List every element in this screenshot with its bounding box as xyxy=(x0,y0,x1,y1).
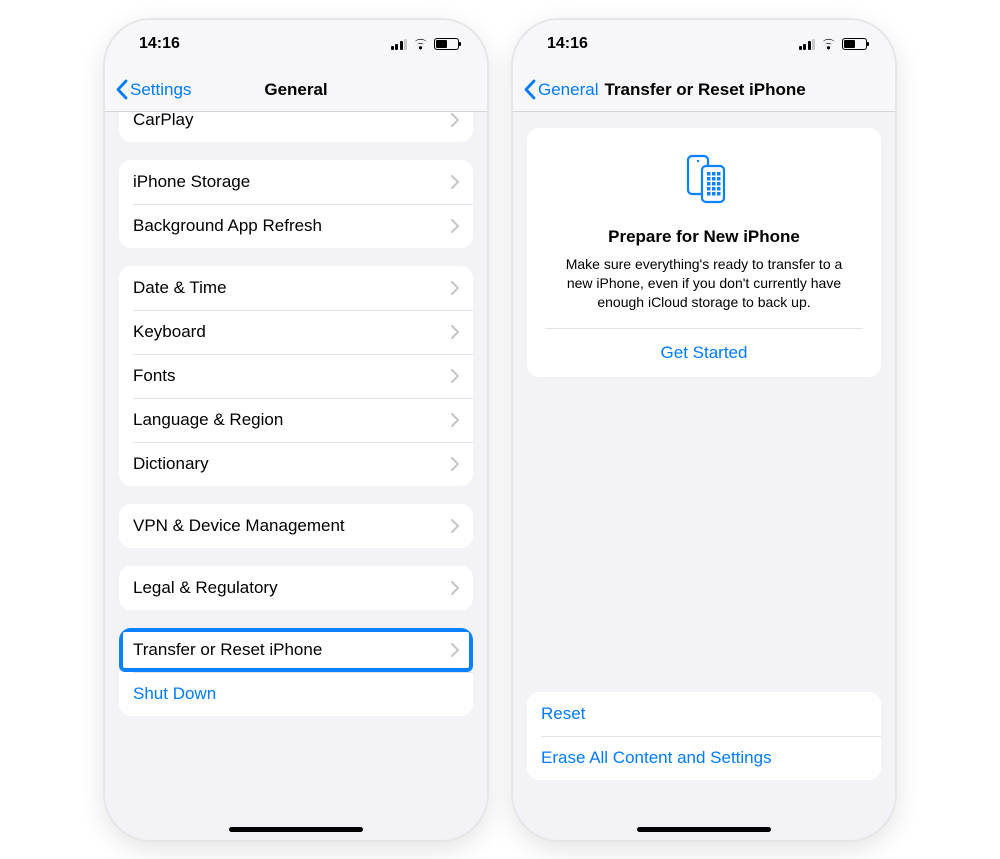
cellular-icon xyxy=(391,38,408,50)
row-language-region[interactable]: Language & Region xyxy=(119,398,473,442)
row-transfer-reset-iphone[interactable]: Transfer or Reset iPhone xyxy=(119,628,473,672)
status-indicators xyxy=(799,38,868,50)
row-label: Date & Time xyxy=(133,278,227,298)
transfer-devices-icon xyxy=(676,150,732,206)
phone-general: 14:16 Settings General CarPlay iPhone St… xyxy=(105,20,487,840)
nav-bar: Settings General xyxy=(105,68,487,112)
row-label: Background App Refresh xyxy=(133,216,322,236)
prepare-card: Prepare for New iPhone Make sure everyth… xyxy=(527,128,881,377)
row-label: Dictionary xyxy=(133,454,209,474)
row-label: Erase All Content and Settings xyxy=(541,748,772,768)
status-indicators xyxy=(391,38,460,50)
row-legal-regulatory[interactable]: Legal & Regulatory xyxy=(119,566,473,610)
chevron-right-icon xyxy=(451,325,459,339)
reset-options-group: Reset Erase All Content and Settings xyxy=(527,692,881,780)
row-label: CarPlay xyxy=(133,112,193,130)
row-background-app-refresh[interactable]: Background App Refresh xyxy=(119,204,473,248)
back-label: Settings xyxy=(130,80,191,100)
nav-bar: General Transfer or Reset iPhone xyxy=(513,68,895,112)
chevron-left-icon xyxy=(115,79,128,100)
row-label: Keyboard xyxy=(133,322,206,342)
row-label: Language & Region xyxy=(133,410,283,430)
row-erase-all[interactable]: Erase All Content and Settings xyxy=(527,736,881,780)
row-label: Legal & Regulatory xyxy=(133,578,278,598)
chevron-right-icon xyxy=(451,581,459,595)
row-vpn-device-management[interactable]: VPN & Device Management xyxy=(119,504,473,548)
home-indicator[interactable] xyxy=(229,827,363,832)
chevron-right-icon xyxy=(451,281,459,295)
battery-icon xyxy=(842,38,867,50)
wifi-icon xyxy=(820,38,837,50)
chevron-right-icon xyxy=(451,413,459,427)
row-dictionary[interactable]: Dictionary xyxy=(119,442,473,486)
home-indicator[interactable] xyxy=(637,827,771,832)
row-label: Fonts xyxy=(133,366,176,386)
row-label: Reset xyxy=(541,704,585,724)
get-started-button[interactable]: Get Started xyxy=(545,328,863,377)
status-bar: 14:16 xyxy=(513,20,895,68)
chevron-right-icon xyxy=(451,457,459,471)
chevron-right-icon xyxy=(451,519,459,533)
status-time: 14:16 xyxy=(547,35,588,53)
row-iphone-storage[interactable]: iPhone Storage xyxy=(119,160,473,204)
chevron-left-icon xyxy=(523,79,536,100)
wifi-icon xyxy=(412,38,429,50)
row-label: VPN & Device Management xyxy=(133,516,345,536)
status-bar: 14:16 xyxy=(105,20,487,68)
chevron-right-icon xyxy=(451,113,459,127)
row-reset[interactable]: Reset xyxy=(527,692,881,736)
row-carplay[interactable]: CarPlay xyxy=(119,112,473,142)
row-label: Transfer or Reset iPhone xyxy=(133,640,322,660)
phone-transfer-reset: 14:16 General Transfer or Reset iPhone P… xyxy=(513,20,895,840)
row-shut-down[interactable]: Shut Down xyxy=(119,672,473,716)
row-fonts[interactable]: Fonts xyxy=(119,354,473,398)
chevron-right-icon xyxy=(451,369,459,383)
card-body: Make sure everything's ready to transfer… xyxy=(545,255,863,312)
transfer-content: Prepare for New iPhone Make sure everyth… xyxy=(513,112,895,840)
chevron-right-icon xyxy=(451,175,459,189)
battery-icon xyxy=(434,38,459,50)
settings-list[interactable]: CarPlay iPhone Storage Background App Re… xyxy=(105,112,487,840)
back-label: General xyxy=(538,80,598,100)
back-button[interactable]: Settings xyxy=(115,79,191,100)
row-date-time[interactable]: Date & Time xyxy=(119,266,473,310)
status-time: 14:16 xyxy=(139,35,180,53)
back-button[interactable]: General xyxy=(523,79,598,100)
cellular-icon xyxy=(799,38,816,50)
chevron-right-icon xyxy=(451,643,459,657)
row-label: iPhone Storage xyxy=(133,172,250,192)
nav-title: Transfer or Reset iPhone xyxy=(604,80,805,100)
card-heading: Prepare for New iPhone xyxy=(545,227,863,247)
chevron-right-icon xyxy=(451,219,459,233)
row-keyboard[interactable]: Keyboard xyxy=(119,310,473,354)
row-label: Shut Down xyxy=(133,684,216,704)
